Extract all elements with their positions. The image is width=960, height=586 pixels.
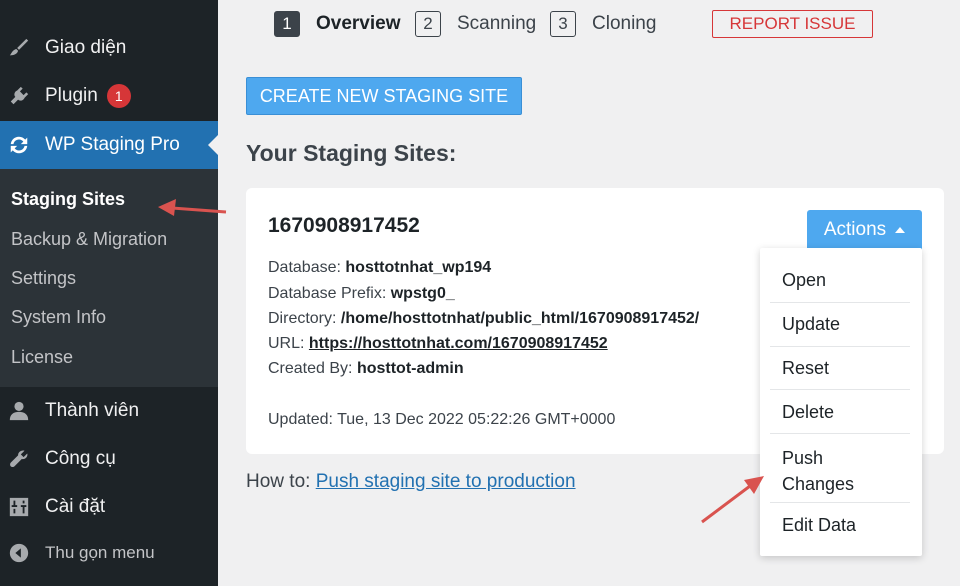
menu-item-update[interactable]: Update bbox=[782, 314, 908, 335]
sidebar-item-label: Thu gọn menu bbox=[45, 543, 155, 562]
update-count-badge: 1 bbox=[106, 84, 131, 108]
sidebar-item-tools[interactable]: Công cụ bbox=[0, 435, 218, 483]
push-guide-link[interactable]: Push staging site to production bbox=[316, 471, 576, 492]
created-by-value: hosttot-admin bbox=[356, 360, 464, 377]
plugin-icon bbox=[7, 84, 31, 108]
menu-divider bbox=[770, 346, 910, 347]
step-2-label: Scanning bbox=[457, 13, 537, 34]
active-indicator-arrow bbox=[208, 135, 218, 155]
section-title: Your Staging Sites: bbox=[246, 140, 457, 166]
create-staging-site-button[interactable]: CREATE NEW STAGING SITE bbox=[246, 77, 522, 115]
admin-sidebar: Giao diện Plugin 1 WP Staging Pro Stagin… bbox=[0, 0, 218, 586]
step-1-label: Overview bbox=[316, 13, 401, 34]
menu-divider bbox=[770, 433, 910, 434]
submenu-item-backup-migration[interactable]: Backup & Migration bbox=[11, 229, 167, 250]
menu-item-edit-data[interactable]: Edit Data bbox=[782, 515, 908, 536]
created-row: Created By: hosttot-admin bbox=[268, 360, 464, 377]
menu-divider bbox=[770, 389, 910, 390]
wrench-icon bbox=[7, 447, 31, 471]
submenu-item-staging-sites[interactable]: Staging Sites bbox=[11, 189, 125, 210]
sidebar-item-plugins[interactable]: Plugin 1 bbox=[0, 72, 218, 120]
sidebar-item-label: Cài đặt bbox=[45, 496, 106, 517]
sidebar-item-label: WP Staging Pro bbox=[45, 134, 180, 155]
submenu-item-settings[interactable]: Settings bbox=[11, 268, 76, 289]
annotation-arrow-left-icon bbox=[158, 199, 227, 216]
sidebar-item-label: Thành viên bbox=[45, 400, 140, 421]
actions-dropdown-menu: Open Update Reset Delete Push Changes Ed… bbox=[760, 248, 922, 556]
sidebar-item-wp-staging-pro[interactable]: WP Staging Pro bbox=[0, 121, 218, 169]
user-icon bbox=[7, 399, 31, 423]
settings-sliders-icon bbox=[7, 495, 31, 519]
menu-item-open[interactable]: Open bbox=[782, 270, 908, 291]
sidebar-item-label: Công cụ bbox=[45, 448, 116, 469]
actions-dropdown-button[interactable]: Actions bbox=[807, 210, 922, 250]
prefix-value: wpstg0_ bbox=[390, 285, 455, 302]
step-1-number: 1 bbox=[274, 11, 300, 37]
menu-divider bbox=[770, 302, 910, 303]
url-row: URL: https://hosttotnhat.com/16709089174… bbox=[268, 335, 608, 352]
annotation-arrow-up-right-icon bbox=[701, 476, 764, 524]
menu-item-delete[interactable]: Delete bbox=[782, 402, 908, 423]
sidebar-item-label: Giao diện bbox=[45, 37, 127, 58]
submenu-item-license[interactable]: License bbox=[11, 347, 73, 368]
directory-row: Directory: /home/hosttotnhat/public_html… bbox=[268, 310, 700, 327]
site-url-link[interactable]: https://hosttotnhat.com/1670908917452 bbox=[309, 335, 608, 352]
report-issue-button[interactable]: REPORT ISSUE bbox=[712, 10, 873, 38]
step-3-number: 3 bbox=[550, 11, 576, 37]
submenu-item-system-info[interactable]: System Info bbox=[11, 307, 106, 328]
directory-value: /home/hosttotnhat/public_html/1670908917… bbox=[340, 310, 700, 327]
howto-line: How to: Push staging site to production bbox=[246, 471, 576, 492]
menu-item-reset[interactable]: Reset bbox=[782, 358, 908, 379]
paintbrush-icon bbox=[7, 36, 31, 60]
updated-row: Updated: Tue, 13 Dec 2022 05:22:26 GMT+0… bbox=[268, 411, 616, 428]
sidebar-item-settings[interactable]: Cài đặt bbox=[0, 483, 218, 531]
staging-site-name: 1670908917452 bbox=[268, 214, 420, 237]
sidebar-item-label: Plugin bbox=[45, 85, 98, 106]
prefix-row: Database Prefix: wpstg0_ bbox=[268, 285, 455, 302]
step-3-label: Cloning bbox=[592, 13, 657, 34]
sidebar-item-appearance[interactable]: Giao diện bbox=[0, 24, 218, 72]
database-value: hosttotnhat_wp194 bbox=[345, 259, 492, 276]
menu-item-push-changes[interactable]: Push Changes bbox=[782, 445, 908, 497]
database-row: Database: hosttotnhat_wp194 bbox=[268, 259, 492, 276]
sync-icon bbox=[7, 133, 31, 157]
collapse-icon bbox=[7, 541, 31, 565]
menu-divider bbox=[770, 502, 910, 503]
sidebar-collapse-menu[interactable]: Thu gọn menu bbox=[0, 529, 218, 577]
sidebar-item-users[interactable]: Thành viên bbox=[0, 387, 218, 435]
step-2-number: 2 bbox=[415, 11, 441, 37]
caret-up-icon bbox=[895, 227, 906, 233]
